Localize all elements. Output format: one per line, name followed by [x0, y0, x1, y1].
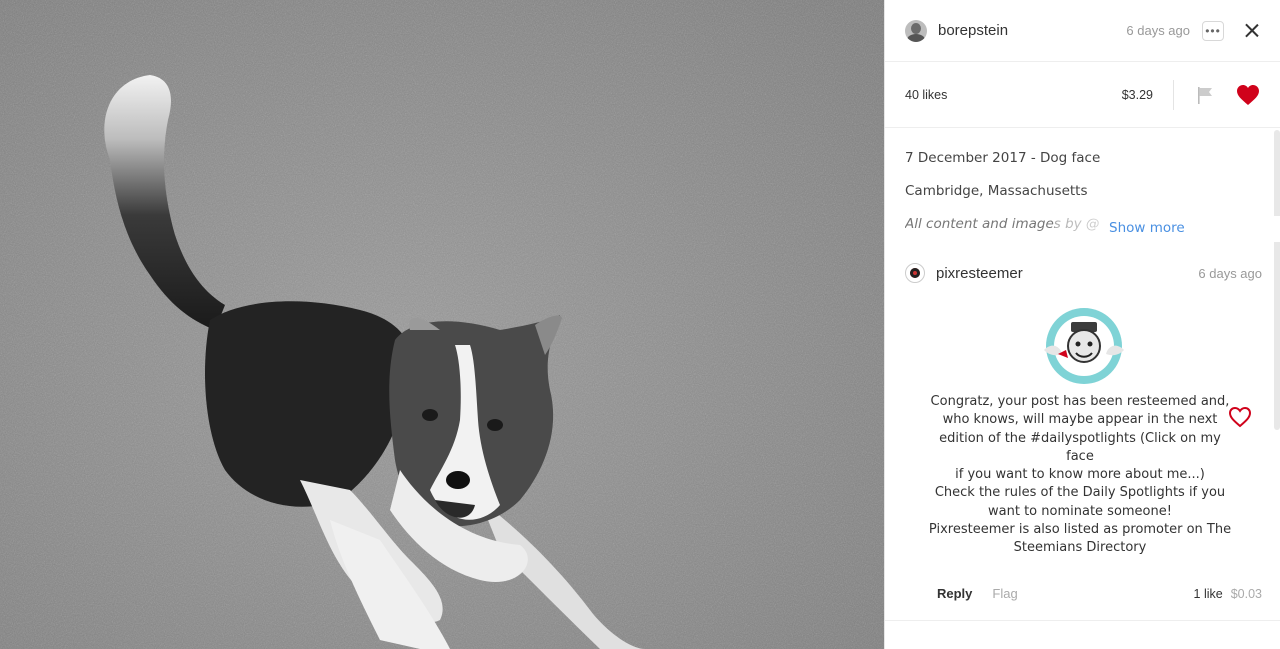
- comment-time: 6 days ago: [1198, 265, 1262, 281]
- post-content: 7 December 2017 - Dog face Cambridge, Ma…: [885, 128, 1280, 649]
- heart-filled-icon[interactable]: [1236, 84, 1260, 106]
- comment-payout[interactable]: $0.03: [1231, 587, 1262, 601]
- comment: pixresteemer 6 days ago Congratz, your p…: [885, 262, 1280, 604]
- comment-line: if you want to know more about me...): [955, 467, 1205, 483]
- truncated-text-row: All content and images by @ Show more: [905, 216, 1280, 242]
- comment-header: pixresteemer 6 days ago: [905, 262, 1262, 284]
- comment-flag-button[interactable]: Flag: [992, 586, 1017, 601]
- author-name[interactable]: borepstein: [938, 22, 1008, 39]
- post-photo[interactable]: [0, 0, 884, 649]
- commenter-avatar[interactable]: [905, 263, 925, 283]
- comment-body: Congratz, your post has been resteemed a…: [905, 306, 1262, 558]
- post-location: Cambridge, Massachusetts: [905, 183, 1088, 199]
- post-header: borepstein 6 days ago •••: [885, 0, 1280, 62]
- badge-image[interactable]: [1038, 306, 1130, 386]
- comment-line: Check the rules of the Daily Spotlights …: [934, 485, 1226, 501]
- comment-line: edition of the #dailyspotlights (Click o…: [939, 430, 1221, 464]
- comment-line: who knows, will maybe appear in the next: [942, 412, 1218, 428]
- comment-line: Pixresteemer is also listed as promoter …: [928, 522, 1232, 538]
- post-detail-panel: borepstein 6 days ago ••• 40 likes $3.29…: [884, 0, 1280, 649]
- author-avatar[interactable]: [905, 19, 927, 42]
- show-more-link[interactable]: Show more: [1109, 220, 1185, 236]
- close-icon[interactable]: [1244, 23, 1260, 39]
- comment-line: Congratz, your post has been resteemed a…: [930, 394, 1230, 409]
- comment-line: want to nominate someone!: [988, 503, 1172, 519]
- likes-count[interactable]: 40 likes: [905, 88, 947, 102]
- comment-text: Congratz, your post has been resteemed a…: [925, 393, 1235, 558]
- comment-line: Steemians Directory: [1013, 540, 1147, 556]
- reply-button[interactable]: Reply: [937, 586, 972, 601]
- post-title-line: 7 December 2017 - Dog face: [905, 150, 1101, 166]
- flag-icon[interactable]: [1196, 86, 1214, 104]
- post-description: 7 December 2017 - Dog face Cambridge, Ma…: [885, 128, 1280, 242]
- post-time: 6 days ago: [1126, 23, 1190, 38]
- heart-outline-icon[interactable]: [1228, 406, 1252, 428]
- comment-likes[interactable]: 1 like: [1194, 587, 1223, 601]
- post-stats: 40 likes $3.29: [885, 62, 1280, 128]
- comment-footer: Reply Flag 1 like $0.03: [905, 584, 1262, 604]
- payout-value[interactable]: $3.29: [1122, 79, 1174, 110]
- more-icon[interactable]: •••: [1202, 20, 1224, 41]
- commenter-name[interactable]: pixresteemer: [936, 265, 1023, 282]
